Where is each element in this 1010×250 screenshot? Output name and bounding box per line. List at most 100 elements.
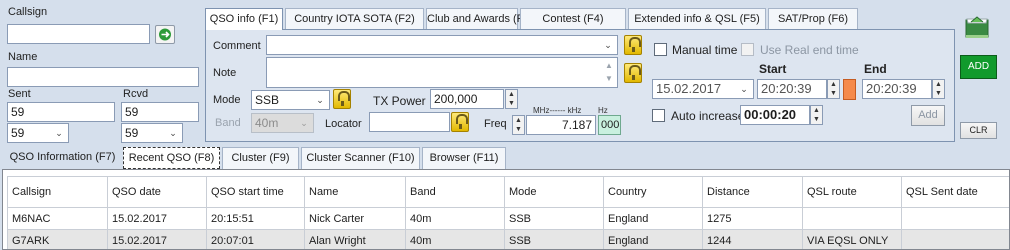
table-cell[interactable]: England [603, 229, 703, 249]
table-header-row: Callsign QSO date QSO start time Name Band Mo… [7, 176, 1009, 208]
manual-time-checkbox[interactable] [654, 43, 667, 56]
tx-power-spinner[interactable]: ▲ ▼ [505, 89, 518, 109]
table-cell[interactable]: 15.02.2017 [107, 207, 207, 230]
locator-lock-icon[interactable] [451, 112, 469, 132]
tab-qso-information[interactable]: QSO Information (F7) [4, 147, 121, 169]
rcvd-select[interactable]: 59 ⌄ [121, 123, 183, 143]
auto-increase-spinner[interactable]: ▲ ▼ [810, 105, 823, 125]
column-header[interactable]: Band [405, 176, 505, 208]
freq-spinner[interactable]: ▲ ▼ [512, 115, 525, 135]
hz-input[interactable]: 000 [598, 115, 621, 135]
date-picker[interactable]: 15.02.2017 ⌄ [652, 79, 754, 99]
column-header[interactable]: Country [603, 176, 703, 208]
recent-qso-grid: Callsign QSO date QSO start time Name Band Mo… [2, 169, 1010, 250]
comment-lock-icon[interactable] [624, 35, 642, 55]
name-label: Name [8, 51, 38, 63]
sent-select[interactable]: 59 ⌄ [7, 123, 69, 143]
table-cell[interactable]: 15.02.2017 [107, 229, 207, 249]
table-row[interactable]: M6NAC 15.02.2017 20:15:51 Nick Carter 40m SSB… [7, 207, 1009, 230]
tab-contest[interactable]: Contest (F4) [520, 8, 626, 30]
start-time-marker[interactable] [843, 79, 856, 100]
table-cell[interactable]: SSB [504, 229, 604, 249]
table-cell[interactable]: 1275 [702, 207, 803, 230]
mode-select[interactable]: SSB ⌄ [251, 90, 330, 110]
callsign-input[interactable] [7, 24, 150, 44]
column-header[interactable]: QSO start time [206, 176, 305, 208]
table-cell[interactable]: VIA EQSL ONLY [802, 229, 902, 249]
rcvd-input[interactable]: 59 [121, 102, 199, 122]
chevron-down-icon: ⌄ [316, 95, 324, 105]
auto-increase-checkbox[interactable] [652, 109, 665, 122]
tab-sat-prop[interactable]: SAT/Prop (F6) [768, 8, 858, 30]
tab-cluster[interactable]: Cluster (F9) [222, 147, 299, 169]
mode-lock-icon[interactable] [333, 89, 351, 109]
tx-power-label: TX Power [373, 94, 426, 108]
rcvd-select-value: 59 [125, 126, 139, 140]
band-value: 40m [255, 116, 279, 130]
tab-club-awards[interactable]: Club and Awards (F3) [426, 8, 533, 30]
table-cell[interactable]: 1244 [702, 229, 803, 249]
column-header[interactable]: Distance [702, 176, 803, 208]
column-header[interactable]: Callsign [7, 176, 108, 208]
table-cell[interactable]: 40m [405, 229, 505, 249]
add-qso-button[interactable]: ADD [960, 55, 997, 79]
start-time-spinner[interactable]: ▲ ▼ [827, 79, 840, 99]
table-cell[interactable]: G7ARK [7, 229, 108, 249]
mode-label: Mode [213, 94, 241, 106]
auto-increase-input[interactable]: 00:00:20 [740, 105, 810, 125]
locator-label: Locator [325, 118, 362, 130]
real-end-time-checkbox[interactable] [741, 43, 754, 56]
table-cell[interactable]: Alan Wright [304, 229, 406, 249]
note-label: Note [213, 67, 237, 79]
lookup-button[interactable] [155, 25, 175, 44]
table-cell[interactable]: 20:07:01 [206, 229, 305, 249]
freq-input[interactable]: 7.187 [526, 115, 596, 135]
freq-label: Freq [484, 118, 507, 130]
table-cell[interactable] [802, 207, 902, 230]
tab-cluster-scanner[interactable]: Cluster Scanner (F10) [301, 147, 420, 169]
hz-label: Hz [598, 106, 608, 115]
manual-time-label: Manual time [672, 43, 738, 57]
chevron-down-icon: ⌄ [604, 40, 612, 50]
table-cell[interactable] [901, 229, 1009, 249]
note-lock-icon[interactable] [624, 63, 642, 83]
start-time-input[interactable]: 20:20:39 [757, 79, 827, 99]
end-time-input[interactable]: 20:20:39 [862, 79, 932, 99]
table-cell[interactable]: SSB [504, 207, 604, 230]
end-time-spinner[interactable]: ▲ ▼ [932, 79, 945, 99]
tab-recent-qso[interactable]: Recent QSO (F8) [123, 147, 220, 169]
add-time-button[interactable]: Add [911, 105, 945, 126]
chevron-down-icon: ⌄ [740, 84, 748, 94]
tab-country-iota-sota[interactable]: Country IOTA SOTA (F2) [285, 8, 424, 30]
table-cell[interactable] [901, 207, 1009, 230]
auto-increase-label: Auto increase [671, 109, 745, 123]
column-header[interactable]: QSO date [107, 176, 207, 208]
table-cell[interactable]: M6NAC [7, 207, 108, 230]
table-cell[interactable]: England [603, 207, 703, 230]
comment-input[interactable]: ⌄ [266, 35, 618, 55]
sent-input[interactable]: 59 [7, 102, 115, 122]
tx-power-input[interactable]: 200,000 [430, 89, 504, 109]
save-log-icon[interactable] [962, 13, 992, 41]
tab-extended-info-qsl[interactable]: Extended info & QSL (F5) [628, 8, 766, 30]
recent-qso-table: Callsign QSO date QSO start time Name Band Mo… [7, 176, 1009, 249]
column-header[interactable]: QSL route [802, 176, 902, 208]
column-header[interactable]: QSL Sent date [901, 176, 1009, 208]
tab-browser[interactable]: Browser (F11) [422, 147, 506, 169]
tab-qso-info[interactable]: QSO info (F1) [205, 8, 283, 30]
locator-input[interactable] [369, 112, 450, 132]
table-row[interactable]: G7ARK 15.02.2017 20:07:01 Alan Wright 40m SSB… [7, 229, 1009, 249]
column-header[interactable]: Name [304, 176, 406, 208]
column-header[interactable]: Mode [504, 176, 604, 208]
start-label: Start [759, 62, 787, 76]
note-scrollbar[interactable]: ▲ ▼ [602, 59, 616, 86]
table-cell[interactable]: 20:15:51 [206, 207, 305, 230]
band-select[interactable]: 40m ⌄ [251, 113, 314, 133]
table-cell[interactable]: 40m [405, 207, 505, 230]
clear-button[interactable]: CLR [960, 122, 997, 139]
note-textarea[interactable]: ▲ ▼ [266, 57, 618, 88]
callsign-label: Callsign [8, 6, 48, 18]
table-cell[interactable]: Nick Carter [304, 207, 406, 230]
name-input[interactable] [7, 67, 199, 87]
sent-select-value: 59 [11, 126, 25, 140]
